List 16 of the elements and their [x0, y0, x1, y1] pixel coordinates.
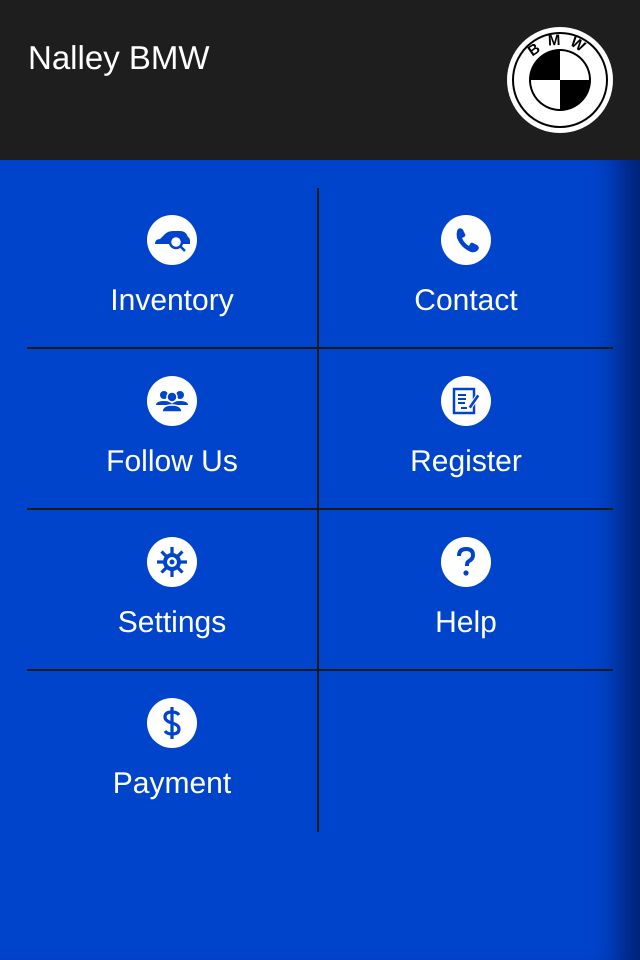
menu-tile[interactable]: Register [319, 349, 613, 508]
dollar-icon [147, 698, 197, 748]
logo-text: BMW [524, 32, 595, 60]
menu-tile[interactable]: Contact [319, 188, 613, 347]
menu-tile[interactable]: Help [319, 510, 613, 669]
menu-tile[interactable]: Inventory [27, 188, 317, 347]
app-title: Nalley BMW [28, 38, 210, 78]
gear-icon [147, 537, 197, 587]
people-icon [147, 376, 197, 426]
phone-icon [441, 215, 491, 265]
menu-tile[interactable]: Settings [27, 510, 317, 669]
menu-tile[interactable]: Payment [27, 671, 317, 832]
car-magnifier-icon [147, 215, 197, 265]
document-pen-icon [441, 376, 491, 426]
question-icon [441, 537, 491, 587]
menu-tile[interactable]: Follow Us [27, 349, 317, 508]
